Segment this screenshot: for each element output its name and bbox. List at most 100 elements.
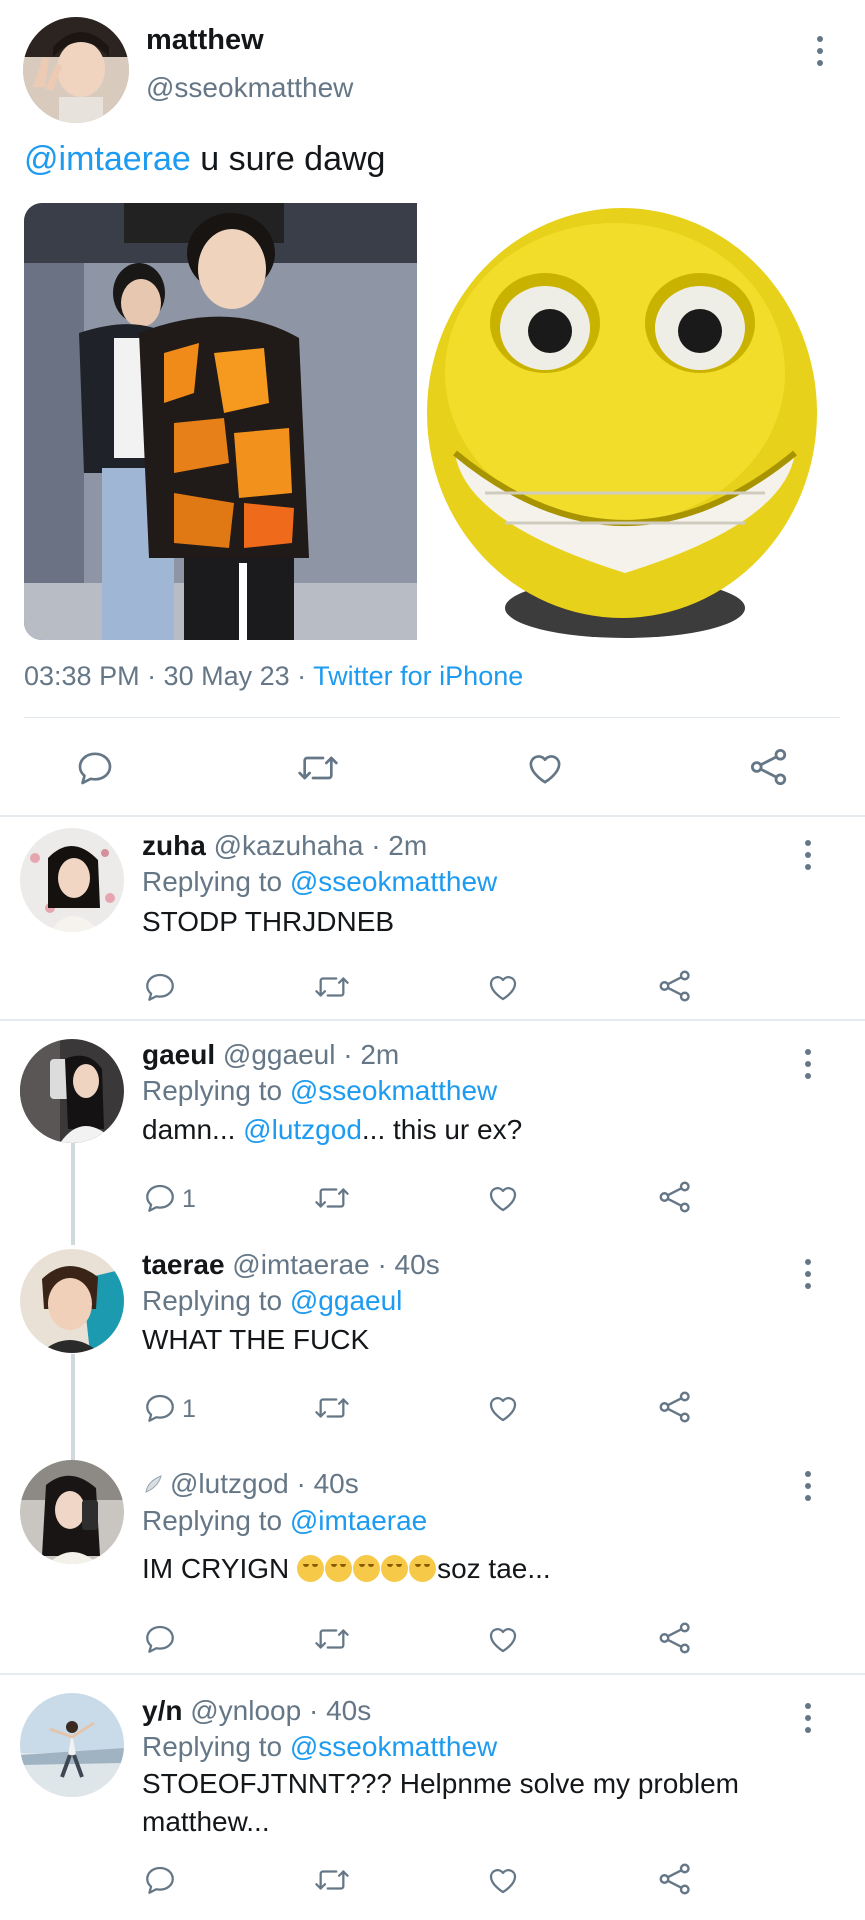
reply-actions	[0, 1863, 865, 1903]
feather-icon	[142, 1470, 164, 1493]
retweet-icon[interactable]	[313, 1863, 351, 1897]
like-icon[interactable]	[524, 748, 566, 788]
reply-handle[interactable]: @ynloop	[190, 1695, 301, 1726]
share-icon[interactable]	[657, 1861, 693, 1897]
more-options-icon[interactable]	[796, 1467, 820, 1503]
reply-time: · 2m	[363, 830, 428, 861]
reply-item[interactable]: @lutzgod · 40s Replying to @imtaerae IM …	[0, 1439, 865, 1673]
tweet-meta: 03:38 PM · 30 May 23 · Twitter for iPhon…	[24, 661, 523, 692]
reply-handle[interactable]: @kazuhaha	[214, 830, 364, 861]
reply-text-mention[interactable]: @lutzgod	[243, 1114, 362, 1145]
reply-avatar[interactable]	[20, 828, 124, 932]
reply-count: 1	[182, 1185, 196, 1213]
replying-to: Replying to @ggaeul	[142, 1285, 402, 1317]
reply-name[interactable]: y/n	[142, 1695, 182, 1726]
reply-item[interactable]: taerae @imtaerae · 40s Replying to @ggae…	[0, 1229, 865, 1439]
reply-actions: 1	[0, 1391, 865, 1431]
replying-mention[interactable]: @ggaeul	[290, 1285, 403, 1316]
reply-avatar[interactable]	[20, 1460, 124, 1564]
replying-prefix: Replying to	[142, 1075, 290, 1106]
reply-name[interactable]: taerae	[142, 1249, 225, 1280]
reply-header: y/n @ynloop · 40s	[142, 1695, 371, 1727]
reply-header: zuha @kazuhaha · 2m	[142, 830, 427, 862]
more-options-icon[interactable]	[796, 1255, 820, 1291]
reply-icon[interactable]	[143, 1391, 177, 1425]
share-icon[interactable]	[657, 968, 693, 1004]
reply-icon[interactable]	[143, 1181, 177, 1215]
reply-text: STOEOFJTNNT??? Helpnme solve my problem …	[142, 1768, 739, 1837]
reply-avatar[interactable]	[20, 1039, 124, 1143]
like-icon[interactable]	[485, 1622, 521, 1656]
reply-text-before: IM CRYIGN	[142, 1553, 298, 1584]
replying-mention[interactable]: @sseokmatthew	[290, 1075, 497, 1106]
tweet-text: @imtaerae u sure dawg	[24, 140, 385, 179]
share-icon[interactable]	[657, 1179, 693, 1215]
reply-item[interactable]: zuha @kazuhaha · 2m Replying to @sseokma…	[0, 818, 865, 1019]
more-options-icon[interactable]	[808, 32, 832, 68]
reply-avatar[interactable]	[20, 1693, 124, 1797]
crying-emoji-icon	[353, 1555, 381, 1582]
reply-text-after: soz tae...	[437, 1553, 551, 1584]
reply-handle[interactable]: @lutzgod	[170, 1468, 289, 1499]
tweet-photo-1[interactable]	[24, 203, 417, 640]
retweet-icon[interactable]	[313, 1391, 351, 1425]
replying-mention[interactable]: @sseokmatthew	[290, 866, 497, 897]
replying-mention[interactable]: @imtaerae	[290, 1505, 427, 1536]
reply-text: STODP THRJDNEB	[142, 906, 395, 937]
reply-item[interactable]: y/n @ynloop · 40s Replying to @sseokmatt…	[0, 1675, 865, 1920]
reply-time: · 40s	[369, 1249, 440, 1280]
author-avatar[interactable]	[23, 17, 129, 123]
more-options-icon[interactable]	[796, 1045, 820, 1081]
tweet-source[interactable]: Twitter for iPhone	[313, 661, 523, 691]
reply-time: · 2m	[335, 1039, 400, 1070]
reply-icon[interactable]	[143, 1622, 177, 1656]
retweet-icon[interactable]	[296, 748, 340, 788]
share-icon[interactable]	[748, 746, 790, 788]
replying-to: Replying to @sseokmatthew	[142, 1075, 497, 1107]
replying-mention[interactable]: @sseokmatthew	[290, 1731, 497, 1762]
like-icon[interactable]	[485, 1391, 521, 1425]
retweet-icon[interactable]	[313, 1181, 351, 1215]
crying-emoji-icon	[409, 1555, 437, 1582]
reply-avatar[interactable]	[20, 1249, 124, 1353]
reply-actions: 1	[0, 1181, 865, 1221]
share-icon[interactable]	[657, 1620, 693, 1656]
reply-header: @lutzgod · 40s	[142, 1468, 359, 1500]
reply-actions	[0, 968, 865, 1008]
like-icon[interactable]	[485, 970, 521, 1004]
retweet-icon[interactable]	[313, 970, 351, 1004]
author-handle[interactable]: @sseokmatthew	[146, 72, 353, 104]
reply-text: WHAT THE FUCK	[142, 1324, 370, 1355]
crying-emoji-icon	[325, 1555, 353, 1582]
divider	[0, 815, 865, 817]
reply-header: taerae @imtaerae · 40s	[142, 1249, 440, 1281]
more-options-icon[interactable]	[796, 836, 820, 872]
tweet-mention[interactable]: @imtaerae	[24, 140, 191, 178]
like-icon[interactable]	[485, 1863, 521, 1897]
reply-item[interactable]: gaeul @ggaeul · 2m Replying to @sseokmat…	[0, 1021, 865, 1229]
crying-emoji-icon	[381, 1555, 409, 1582]
reply-handle[interactable]: @ggaeul	[223, 1039, 336, 1070]
replying-prefix: Replying to	[142, 1505, 290, 1536]
reply-time: · 40s	[301, 1695, 372, 1726]
reply-handle[interactable]: @imtaerae	[232, 1249, 369, 1280]
reply-icon[interactable]	[75, 748, 115, 788]
tweet-photo-2[interactable]	[425, 203, 820, 640]
share-icon[interactable]	[657, 1389, 693, 1425]
crying-emoji-icon	[297, 1555, 325, 1582]
reply-actions	[0, 1622, 865, 1662]
divider	[24, 717, 840, 718]
retweet-icon[interactable]	[313, 1622, 351, 1656]
replying-to: Replying to @imtaerae	[142, 1505, 427, 1537]
like-icon[interactable]	[485, 1181, 521, 1215]
replying-to: Replying to @sseokmatthew	[142, 1731, 497, 1763]
reply-icon[interactable]	[143, 1863, 177, 1897]
more-options-icon[interactable]	[796, 1699, 820, 1735]
reply-time: · 40s	[288, 1468, 359, 1499]
reply-name[interactable]: gaeul	[142, 1039, 215, 1070]
reply-text: IM CRYIGN soz tae...	[142, 1550, 822, 1588]
reply-icon[interactable]	[143, 970, 177, 1004]
reply-name[interactable]: zuha	[142, 830, 206, 861]
author-name[interactable]: matthew	[146, 24, 264, 57]
replying-prefix: Replying to	[142, 866, 290, 897]
